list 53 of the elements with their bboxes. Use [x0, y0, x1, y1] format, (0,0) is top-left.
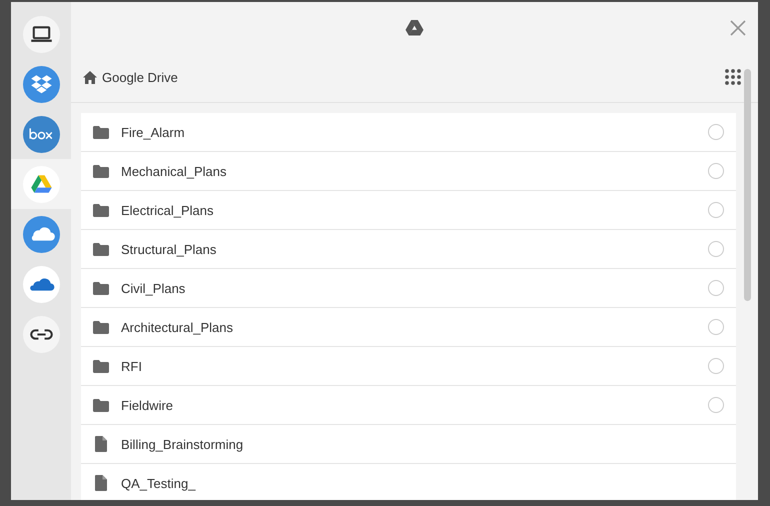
folder-icon — [93, 398, 109, 412]
select-radio[interactable] — [708, 358, 724, 374]
folder-icon — [93, 126, 109, 138]
select-radio[interactable] — [708, 124, 724, 140]
folder-icon — [93, 164, 109, 178]
file-row[interactable]: RFI — [81, 347, 736, 386]
laptop-icon — [22, 16, 60, 52]
file-name: Civil_Plans — [121, 280, 186, 296]
select-radio[interactable] — [708, 202, 724, 218]
file-name: RFI — [121, 358, 143, 374]
file-row[interactable]: Billing_Brainstorming — [81, 425, 736, 464]
folder-icon — [93, 204, 109, 216]
file-name: Structural_Plans — [121, 242, 218, 256]
file-name: Fire_Alarm — [121, 124, 186, 140]
folder-icon — [93, 242, 109, 256]
file-name: QA_Testing_ — [121, 476, 197, 490]
cloud-icon — [22, 216, 60, 252]
file-row[interactable]: Mechanical_Plans — [81, 152, 736, 191]
file-row[interactable]: Architectural_Plans — [81, 308, 736, 347]
drive-logo-icon — [22, 166, 60, 202]
grid-view-button[interactable] — [725, 69, 741, 85]
file-row[interactable]: Civil_Plans — [81, 269, 736, 308]
drive-icon — [405, 18, 424, 36]
document-icon — [95, 436, 107, 452]
file-row[interactable]: Fieldwire — [81, 386, 736, 425]
breadcrumb-link[interactable]: Google Drive — [102, 70, 178, 84]
file-name: Architectural_Plans — [121, 320, 234, 334]
grid-icon — [725, 69, 741, 85]
file-name: Billing_Brainstorming — [121, 436, 244, 452]
folder-icon — [93, 360, 109, 372]
file-name: Mechanical_Plans — [121, 164, 228, 178]
home-icon — [83, 70, 97, 84]
folder-icon — [93, 282, 109, 294]
select-radio[interactable] — [708, 397, 724, 413]
close-button[interactable] — [730, 20, 746, 36]
file-row[interactable]: Electrical_Plans — [81, 191, 736, 230]
document-icon — [95, 475, 107, 491]
file-row[interactable]: QA_Testing_ — [81, 464, 736, 500]
file-row[interactable]: Structural_Plans — [81, 230, 736, 269]
folder-icon — [93, 320, 109, 334]
box-logo-icon — [22, 116, 60, 152]
file-row[interactable]: Fire_Alarm — [81, 113, 736, 152]
scrollbar-thumb[interactable] — [744, 69, 750, 301]
file-name: Fieldwire — [121, 398, 174, 412]
select-radio[interactable] — [708, 280, 724, 296]
close-icon — [730, 20, 746, 36]
dropbox-icon — [22, 66, 60, 102]
select-radio[interactable] — [708, 319, 724, 335]
select-radio[interactable] — [708, 163, 724, 179]
select-radio[interactable] — [708, 241, 724, 257]
link-icon — [22, 316, 60, 352]
file-name: Electrical_Plans — [121, 202, 214, 218]
cloud-icon — [22, 266, 60, 302]
